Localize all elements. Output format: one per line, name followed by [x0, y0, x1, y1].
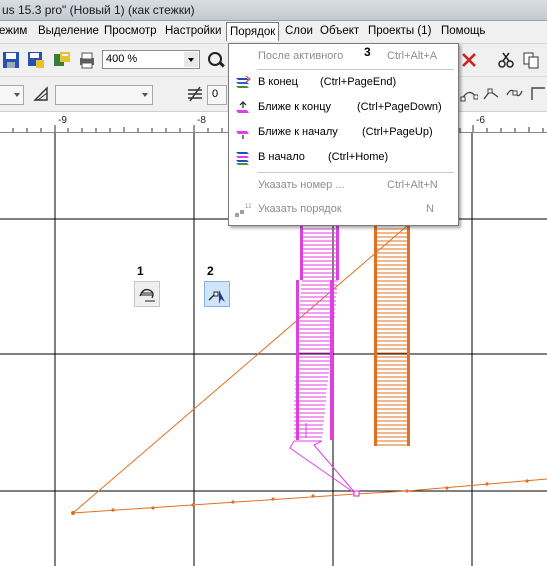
menu-item-shortcut: (Ctrl+PageEnd) — [320, 76, 397, 88]
menu-view[interactable]: Просмотр — [104, 25, 157, 37]
stitch-tool-icon — [139, 288, 155, 302]
reshape-tool-icon — [208, 290, 225, 304]
chevron-down-icon[interactable] — [140, 89, 150, 101]
menu-item-after-active[interactable]: После активного Ctrl+Alt+A — [229, 46, 458, 68]
line-style-icon[interactable] — [33, 85, 51, 103]
menu-separator — [257, 69, 454, 70]
menu-projects[interactable]: Проекты (1) — [368, 25, 431, 37]
stitch-tool-button[interactable] — [134, 281, 160, 307]
stitch-density-icon[interactable] — [186, 85, 204, 103]
menu-bar: ежим Выделение Просмотр Настройки Порядо… — [0, 21, 547, 44]
menu-selection[interactable]: Выделение — [38, 25, 99, 37]
menu-item-label: После активного — [258, 50, 344, 62]
send-to-back-icon — [236, 75, 251, 88]
copy-icon[interactable] — [522, 51, 540, 69]
menu-item-label: Указать порядок — [258, 203, 342, 215]
bring-to-front-icon — [236, 152, 249, 165]
menu-mode[interactable]: ежим — [0, 25, 27, 37]
menu-item-closer-to-start[interactable]: Ближе к началу (Ctrl+PageUp) — [229, 122, 458, 144]
active-node-marker — [353, 490, 360, 497]
spline-tool-icon[interactable] — [505, 85, 523, 103]
window-title: us 15.3 pro" (Новый 1) (как стежки) — [2, 3, 195, 17]
cut-icon[interactable] — [497, 51, 515, 69]
menu-item-set-number[interactable]: Указать номер ... Ctrl+Alt+N — [229, 175, 458, 197]
menu-layers[interactable]: Слои — [285, 25, 313, 37]
ruler-label: -9 — [58, 115, 67, 126]
marker-3-label: 3 — [364, 45, 371, 59]
print-icon[interactable] — [78, 51, 96, 69]
menu-help[interactable]: Помощь — [441, 25, 485, 37]
menu-object[interactable]: Объект — [320, 25, 359, 37]
menu-item-shortcut: (Ctrl+Home) — [328, 151, 389, 163]
menu-item-closer-to-end[interactable]: Ближе к концу (Ctrl+PageDown) — [229, 97, 458, 119]
export-icon[interactable] — [53, 51, 71, 69]
menu-item-label: В начало — [258, 151, 305, 163]
pink-travel-lines — [289, 423, 357, 495]
zoom-icon[interactable] — [206, 50, 226, 70]
menu-separator — [257, 172, 454, 173]
save-as-icon[interactable] — [27, 51, 45, 69]
marker-2-label: 2 — [207, 264, 214, 278]
menu-item-set-order[interactable]: 123 Указать порядок N — [229, 199, 458, 221]
bring-forward-icon — [236, 131, 249, 139]
orange-satin-column — [376, 220, 408, 446]
svg-text:123: 123 — [245, 204, 251, 210]
curve-tool-icon[interactable] — [482, 85, 500, 103]
chevron-down-icon[interactable] — [184, 52, 198, 67]
menu-item-shortcut: (Ctrl+PageDown) — [357, 101, 442, 113]
order-dropdown-menu: После активного Ctrl+Alt+A 3 В конец (Ct… — [228, 43, 459, 226]
set-order-icon: 123 — [235, 204, 251, 217]
menu-item-shortcut: N — [426, 203, 434, 215]
menu-item-shortcut: Ctrl+Alt+N — [387, 179, 438, 191]
marker-1-label: 1 — [137, 264, 144, 278]
ruler-label: -6 — [476, 115, 485, 126]
reshape-tool-button[interactable] — [204, 281, 230, 307]
ruler-label: -8 — [197, 115, 206, 126]
chevron-down-icon[interactable] — [12, 89, 22, 101]
menu-settings[interactable]: Настройки — [165, 25, 221, 37]
density-spinner[interactable]: 0 — [207, 85, 227, 105]
density-value: 0 — [212, 88, 219, 100]
send-backward-icon — [236, 101, 249, 113]
menu-item-to-start[interactable]: В начало (Ctrl+Home) — [229, 147, 458, 169]
thread-field[interactable] — [55, 85, 153, 105]
menu-item-to-end[interactable]: В конец (Ctrl+PageEnd) — [229, 72, 458, 94]
menu-item-label: Ближе к концу — [258, 101, 331, 113]
zoom-value: 400 % — [106, 53, 138, 65]
menu-item-shortcut: Ctrl+Alt+A — [387, 50, 438, 62]
menu-item-shortcut: (Ctrl+PageUp) — [362, 126, 433, 138]
corner-tool-icon[interactable] — [530, 85, 547, 103]
title-bar: us 15.3 pro" (Новый 1) (как стежки) — [0, 0, 547, 21]
delete-icon[interactable] — [460, 51, 478, 69]
menu-item-label: В конец — [258, 76, 298, 88]
save-icon[interactable] — [2, 51, 20, 69]
zoom-select[interactable]: 400 % — [102, 50, 200, 69]
node-tool-icon[interactable] — [460, 85, 478, 103]
orange-run-points — [71, 479, 529, 515]
menu-item-label: Ближе к началу — [258, 126, 338, 138]
property-field[interactable] — [0, 85, 24, 105]
menu-order[interactable]: Порядок — [226, 22, 280, 41]
menu-item-label: Указать номер ... — [258, 179, 345, 191]
